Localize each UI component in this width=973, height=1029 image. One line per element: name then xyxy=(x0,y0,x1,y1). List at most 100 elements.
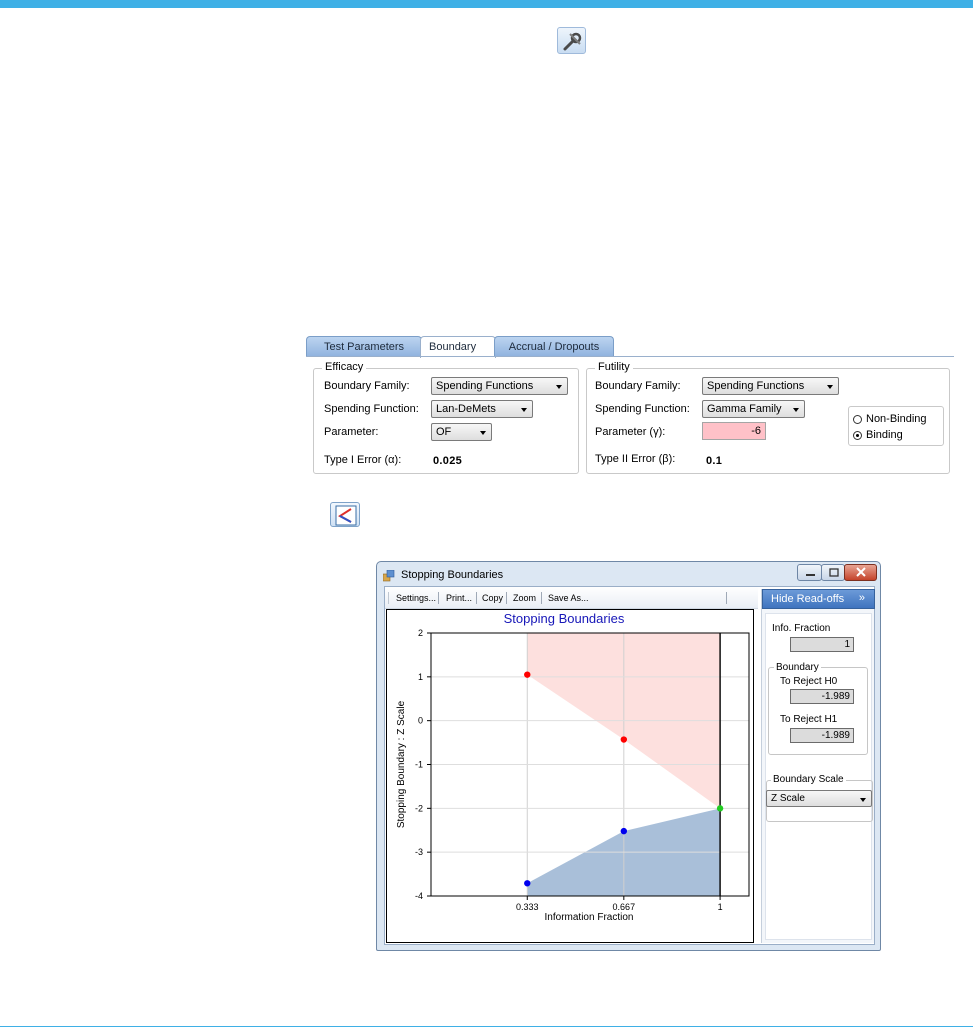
hide-readoffs-label: Hide Read-offs xyxy=(771,593,845,605)
type2-error-label: Type II Error (β): xyxy=(595,453,676,465)
zoom-button[interactable]: Zoom xyxy=(513,593,536,603)
boundary-scale-dropdown[interactable]: Z Scale xyxy=(766,790,872,807)
y-tick-label: -1 xyxy=(415,760,423,770)
toolbar-separator xyxy=(438,592,439,604)
tab-label: Accrual / Dropouts xyxy=(508,341,600,353)
readoffs-content: Info. Fraction 1 Boundary To Reject H0 -… xyxy=(765,613,873,940)
chart-title: Stopping Boundaries xyxy=(504,611,625,626)
toolbar-separator xyxy=(506,592,507,604)
efficacy-title: Efficacy xyxy=(322,361,367,373)
chevron-down-icon xyxy=(521,408,527,412)
maximize-icon xyxy=(829,568,839,577)
dropdown-value: Gamma Family xyxy=(707,403,782,415)
reject-h1-text: -1.989 xyxy=(821,730,850,741)
y-tick-label: -4 xyxy=(415,891,423,901)
minimize-icon xyxy=(806,574,815,576)
dropdown-value: Lan-DeMets xyxy=(436,403,496,415)
efficacy-family-dropdown[interactable]: Spending Functions xyxy=(431,377,568,395)
futility-point xyxy=(620,827,628,835)
futility-spending-label: Spending Function: xyxy=(595,403,690,415)
y-tick-label: -3 xyxy=(415,847,423,857)
chevron-down-icon xyxy=(827,385,833,389)
type1-error-value: 0.025 xyxy=(433,455,463,467)
y-tick-label: 2 xyxy=(418,628,423,638)
efficacy-spending-dropdown[interactable]: Lan-DeMets xyxy=(431,400,533,418)
chevron-down-icon xyxy=(480,431,486,435)
maximize-button[interactable] xyxy=(821,564,845,581)
tab-test-parameters[interactable]: Test Parameters xyxy=(306,336,422,357)
tab-accrual-dropouts[interactable]: Accrual / Dropouts xyxy=(494,336,614,357)
reject-h0-label: To Reject H0 xyxy=(780,676,838,687)
app-icon xyxy=(383,570,395,582)
input-value: -6 xyxy=(751,425,761,437)
wrench-icon[interactable] xyxy=(557,27,586,54)
type2-error-value: 0.1 xyxy=(706,455,723,467)
tab-label: Boundary xyxy=(429,341,477,353)
plot-frame: 2 1 0 -1 -2 -3 -4 0.333 0.667 1 Stopping Boundarie… xyxy=(386,609,754,943)
futility-title: Futility xyxy=(595,361,633,373)
close-button[interactable] xyxy=(844,564,877,581)
page: Test Parameters Boundary Accrual / Dropo… xyxy=(0,0,973,1029)
chevron-right-icon: » xyxy=(858,592,865,604)
hide-readoffs-button[interactable]: Hide Read-offs » xyxy=(762,589,875,609)
stopping-boundaries-chart: 2 1 0 -1 -2 -3 -4 0.333 0.667 1 Stopping Boundarie… xyxy=(396,611,750,923)
chevron-down-icon xyxy=(556,385,562,389)
reject-h1-label: To Reject H1 xyxy=(780,714,838,725)
stopping-boundaries-window: Stopping Boundaries Settings... Print...… xyxy=(376,561,881,951)
binding-radio[interactable] xyxy=(853,431,862,440)
tab-boundary[interactable]: Boundary xyxy=(420,336,496,358)
close-icon xyxy=(856,567,866,577)
chevron-down-icon xyxy=(860,798,866,802)
gamma-parameter-input[interactable]: -6 xyxy=(702,422,766,440)
settings-button[interactable]: Settings... xyxy=(396,593,436,603)
futility-point xyxy=(524,880,531,887)
y-axis-label: Stopping Boundary : Z Scale xyxy=(396,700,407,828)
efficacy-spending-label: Spending Function: xyxy=(324,403,419,415)
boundary-group-title: Boundary xyxy=(774,662,821,673)
non-binding-label: Non-Binding xyxy=(866,413,927,425)
futility-spending-dropdown[interactable]: Gamma Family xyxy=(702,400,805,418)
toolbar-separator xyxy=(541,592,542,604)
futility-family-label: Boundary Family: xyxy=(595,380,681,392)
dropdown-value: Spending Functions xyxy=(707,380,805,392)
y-tick-label: 1 xyxy=(418,672,423,682)
toolbar-separator xyxy=(476,592,477,604)
y-tick-label: 0 xyxy=(418,716,423,726)
toolbar-separator xyxy=(726,592,727,604)
window-client-area: Settings... Print... Copy Zoom Save As..… xyxy=(384,586,875,945)
top-accent-bar xyxy=(0,0,973,8)
non-binding-radio[interactable] xyxy=(853,415,862,424)
print-button[interactable]: Print... xyxy=(446,593,472,603)
copy-button[interactable]: Copy xyxy=(482,593,503,603)
dropdown-value: OF xyxy=(436,426,452,438)
bottom-accent-line xyxy=(0,1026,973,1027)
efficacy-point xyxy=(620,736,628,743)
binding-label: Binding xyxy=(866,429,903,441)
minimize-button[interactable] xyxy=(797,564,822,581)
info-fraction-label: Info. Fraction xyxy=(772,623,831,634)
efficacy-point xyxy=(524,671,531,678)
futility-family-dropdown[interactable]: Spending Functions xyxy=(702,377,839,395)
efficacy-family-label: Boundary Family: xyxy=(324,380,410,392)
x-tick-label: 0.333 xyxy=(516,902,539,912)
chevron-down-icon xyxy=(793,408,799,412)
reject-h1-value: -1.989 xyxy=(790,728,854,743)
chart-toolbar: Settings... Print... Copy Zoom Save As..… xyxy=(385,587,758,609)
x-axis-label: Information Fraction xyxy=(545,912,634,923)
tab-label: Test Parameters xyxy=(323,341,405,353)
save-as-button[interactable]: Save As... xyxy=(548,593,589,603)
final-boundary-point xyxy=(716,805,724,812)
efficacy-parameter-label: Parameter: xyxy=(324,426,379,438)
readoffs-panel: Hide Read-offs » Info. Fraction 1 Bounda… xyxy=(761,589,875,943)
reject-h0-text: -1.989 xyxy=(821,691,850,702)
dropdown-value: Spending Functions xyxy=(436,380,534,392)
efficacy-parameter-dropdown[interactable]: OF xyxy=(431,423,492,441)
x-tick-label: 0.667 xyxy=(613,902,636,912)
y-tick-label: -2 xyxy=(415,803,423,813)
info-fraction-value: 1 xyxy=(790,637,854,652)
chart-icon[interactable] xyxy=(330,502,360,527)
x-tick-label: 1 xyxy=(718,902,723,912)
dropdown-value: Z Scale xyxy=(771,793,805,804)
reject-h0-value: -1.989 xyxy=(790,689,854,704)
tab-divider xyxy=(306,356,954,357)
